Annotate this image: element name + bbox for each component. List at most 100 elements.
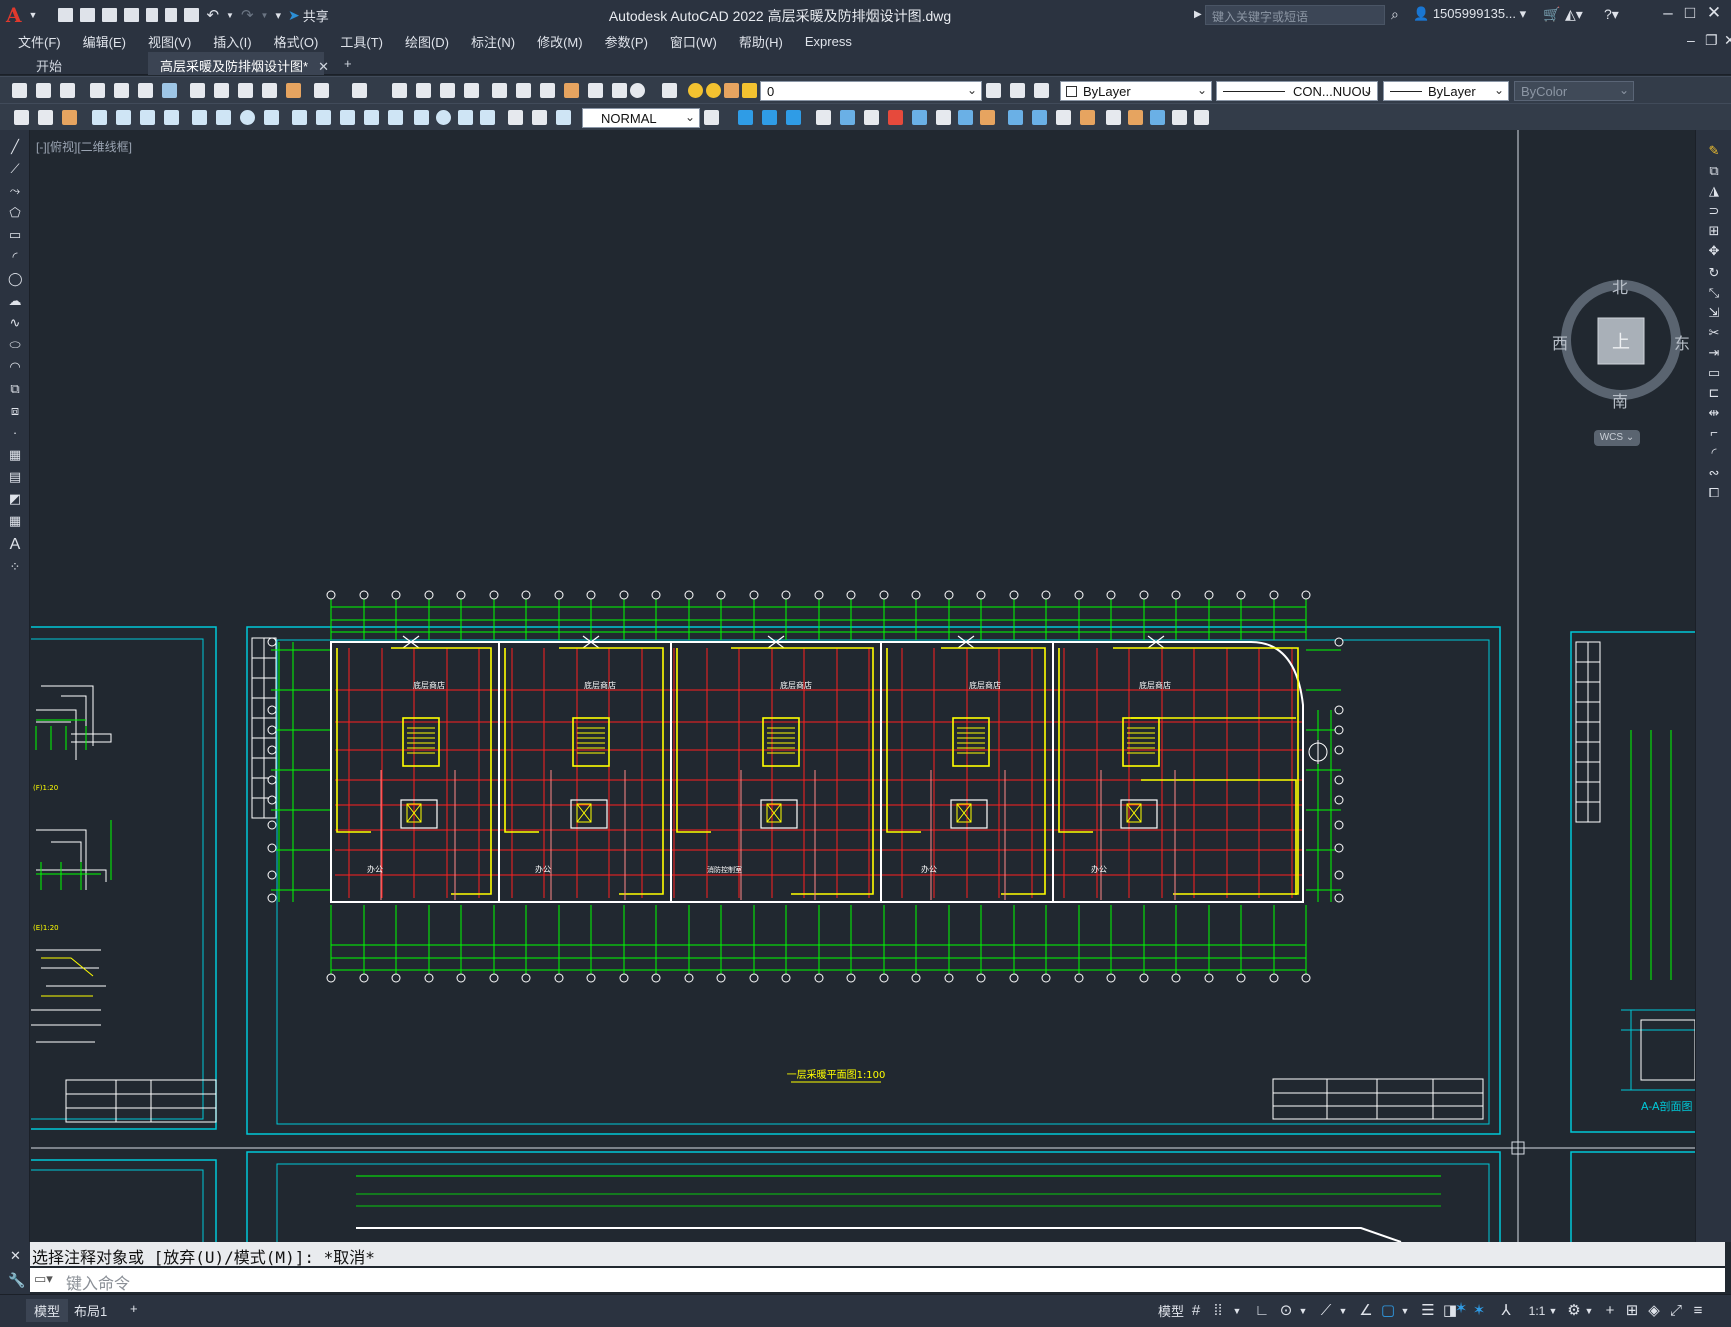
design-center-icon[interactable] bbox=[516, 83, 531, 98]
modify-break-icon[interactable] bbox=[1080, 110, 1095, 125]
block-editor-icon[interactable] bbox=[286, 83, 301, 98]
annotation-scale-icon[interactable]: ⅄ bbox=[1498, 1302, 1514, 1320]
isodraft-icon[interactable]: ⟋ bbox=[1318, 1302, 1334, 1320]
menu-modify[interactable]: 修改(M) bbox=[526, 32, 594, 51]
dimension-break-icon[interactable] bbox=[388, 110, 403, 125]
workspace-gear-icon[interactable]: ⚙ bbox=[1566, 1302, 1582, 1320]
explode-icon[interactable]: ⧠ bbox=[1707, 486, 1721, 500]
scale-dropdown-icon[interactable]: ▼ bbox=[1548, 1302, 1558, 1320]
dimension-update-icon[interactable] bbox=[556, 110, 571, 125]
chamfer-icon[interactable]: ⌐ bbox=[1707, 426, 1721, 440]
snap-dropdown-icon[interactable]: ▼ bbox=[1232, 1302, 1242, 1320]
menu-help[interactable]: 帮助(H) bbox=[728, 32, 794, 51]
command-line-grip[interactable]: ✕ 🔧 bbox=[0, 1242, 30, 1294]
draworder-back-icon[interactable] bbox=[762, 110, 777, 125]
layer-dropdown[interactable]: 0 ⌄ bbox=[760, 81, 982, 101]
move-icon[interactable]: ✥ bbox=[1707, 244, 1721, 258]
save-icon[interactable] bbox=[102, 8, 118, 22]
circle-icon[interactable]: ◯ bbox=[8, 272, 23, 286]
menu-insert[interactable]: 插入(I) bbox=[202, 32, 262, 51]
modify-array-icon[interactable] bbox=[958, 110, 973, 125]
redo-dropdown-icon[interactable]: ▼ bbox=[261, 11, 269, 20]
redo-icon[interactable] bbox=[352, 83, 367, 98]
break-at-point-icon[interactable]: ▭ bbox=[1707, 366, 1721, 380]
auto-scale-icon[interactable]: ✶ bbox=[1470, 1302, 1488, 1320]
compass-south[interactable]: 南 bbox=[1612, 388, 1628, 412]
layer-on-icon[interactable] bbox=[688, 83, 703, 98]
doc-close-icon[interactable]: ✕ bbox=[1713, 32, 1731, 49]
insert-block-icon[interactable] bbox=[1106, 110, 1121, 125]
customize-command-icon[interactable]: 🔧 bbox=[8, 1272, 25, 1289]
dimension-style-icon[interactable] bbox=[704, 110, 719, 125]
object-snap-icon[interactable]: ▢ bbox=[1380, 1302, 1396, 1320]
tab-model[interactable]: 模型 bbox=[26, 1299, 69, 1322]
viewcube-top-label[interactable]: 上 bbox=[1612, 328, 1630, 354]
modify-join-icon[interactable] bbox=[1056, 110, 1071, 125]
open-file-icon[interactable] bbox=[80, 8, 96, 22]
polar-dropdown-icon[interactable]: ▼ bbox=[1298, 1302, 1308, 1320]
qnew-icon[interactable] bbox=[12, 83, 27, 98]
menu-window[interactable]: 窗口(W) bbox=[659, 32, 728, 51]
baseline-dimension-icon[interactable] bbox=[316, 110, 331, 125]
lineweight-dropdown[interactable]: ByLayer ⌄ bbox=[1383, 81, 1509, 101]
zoom-previous-icon[interactable] bbox=[464, 83, 479, 98]
add-layout-button[interactable]: + bbox=[122, 1299, 146, 1318]
menu-dimension[interactable]: 标注(N) bbox=[460, 32, 526, 51]
continue-dimension-icon[interactable] bbox=[340, 110, 355, 125]
gradient-icon[interactable]: ▤ bbox=[8, 470, 22, 484]
customization-icon[interactable]: ≡ bbox=[1690, 1302, 1706, 1320]
menu-edit[interactable]: 编辑(E) bbox=[72, 32, 137, 51]
extend-icon[interactable]: ⇥ bbox=[1707, 346, 1721, 360]
jogged-linear-icon[interactable] bbox=[480, 110, 495, 125]
close-command-line-icon[interactable]: ✕ bbox=[10, 1248, 21, 1264]
customize-qat-icon[interactable]: ▾ bbox=[275, 9, 281, 22]
compass-west[interactable]: 西 bbox=[1552, 330, 1568, 354]
data-link-icon[interactable] bbox=[1194, 110, 1209, 125]
make-current-layer-icon[interactable] bbox=[986, 83, 1001, 98]
copy-icon[interactable] bbox=[214, 83, 229, 98]
scale-icon[interactable]: ⤡ bbox=[1707, 286, 1721, 300]
clean-screen-icon[interactable]: ⤢ bbox=[1668, 1302, 1684, 1320]
fillet-icon[interactable]: ◜ bbox=[1707, 446, 1721, 460]
draworder-above-icon[interactable] bbox=[786, 110, 801, 125]
erase-icon[interactable]: ✎ bbox=[1707, 144, 1721, 158]
ordinate-dimension-icon[interactable] bbox=[164, 110, 179, 125]
new-tab-button[interactable]: + bbox=[332, 52, 364, 75]
object-snap-tracking-icon[interactable]: ∠ bbox=[1358, 1302, 1374, 1320]
modify-fillet-icon[interactable] bbox=[1008, 110, 1023, 125]
attach-image-icon[interactable] bbox=[1150, 110, 1165, 125]
open-icon[interactable] bbox=[36, 83, 51, 98]
arc-icon[interactable]: ◜ bbox=[8, 250, 22, 264]
modify-move-icon[interactable] bbox=[816, 110, 831, 125]
lineweight-icon[interactable]: ☰ bbox=[1420, 1302, 1436, 1320]
zoom-window-icon[interactable] bbox=[440, 83, 455, 98]
menu-tools[interactable]: 工具(T) bbox=[329, 32, 394, 51]
menu-draw[interactable]: 绘图(D) bbox=[394, 32, 460, 51]
modify-mirror-icon[interactable] bbox=[936, 110, 951, 125]
undo-icon[interactable]: ↶ bbox=[206, 6, 219, 24]
search-input[interactable]: 键入关键字或短语 bbox=[1205, 5, 1385, 25]
tab-drawing[interactable]: 高层采暖及防排烟设计图* ✕ bbox=[148, 52, 329, 75]
user-account[interactable]: 👤 1505999135... ▾ bbox=[1413, 6, 1526, 22]
app-menu-chevron-icon[interactable]: ▼ bbox=[29, 10, 38, 20]
compass-east[interactable]: 东 bbox=[1674, 330, 1690, 354]
annotation-monitor-icon[interactable]: + bbox=[1602, 1302, 1618, 1320]
undo-dropdown-icon[interactable]: ▼ bbox=[226, 11, 234, 20]
snap-icon[interactable]: ⁞⁞ bbox=[1210, 1302, 1226, 1320]
aligned-dimension-icon[interactable] bbox=[116, 110, 131, 125]
construction-line-icon[interactable]: ⟋ bbox=[8, 162, 22, 176]
diameter-dimension-icon[interactable] bbox=[240, 110, 255, 125]
layer-freeze-icon[interactable] bbox=[706, 83, 721, 98]
copy-icon[interactable]: ⧉ bbox=[1707, 164, 1721, 178]
make-block-icon[interactable]: ⧈ bbox=[8, 404, 22, 418]
layer-walk-icon[interactable] bbox=[62, 110, 77, 125]
autodesk-app-icon[interactable]: ◭▾ bbox=[1565, 6, 1583, 23]
search-expand-icon[interactable]: ▶ bbox=[1194, 9, 1202, 20]
rectangle-icon[interactable]: ▭ bbox=[8, 228, 22, 242]
stretch-icon[interactable]: ⇲ bbox=[1707, 306, 1721, 320]
polyline-icon[interactable]: ⤳ bbox=[8, 184, 22, 198]
modify-stretch-icon[interactable] bbox=[864, 110, 879, 125]
tool-palettes-icon[interactable] bbox=[540, 83, 555, 98]
tab-close-icon[interactable]: ✕ bbox=[318, 59, 329, 74]
open-from-web-icon[interactable] bbox=[146, 8, 159, 22]
